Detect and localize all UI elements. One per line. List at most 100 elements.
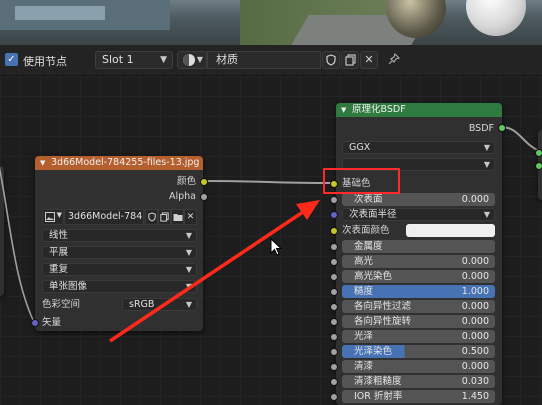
duplicate-material-button[interactable]	[341, 51, 359, 69]
anisotropic-input-socket[interactable]	[330, 303, 338, 311]
projection-dropdown[interactable]: 平展 ▼	[42, 246, 197, 259]
offscreen-node-socket[interactable]	[535, 162, 542, 170]
image-browse-button[interactable]: ▼	[42, 209, 64, 225]
ior-value: 1.450	[461, 391, 489, 402]
specular-tint-input-socket[interactable]	[330, 273, 338, 281]
chevron-down-icon: ▼	[483, 143, 490, 152]
use-nodes-checkbox[interactable]: ✓	[5, 53, 18, 66]
offscreen-node-socket[interactable]	[535, 149, 542, 157]
subsurface-color-swatch[interactable]	[406, 224, 495, 237]
close-icon: ✕	[364, 53, 374, 66]
3d-viewport-preview	[0, 0, 542, 45]
collapse-arrow-icon[interactable]: ▼	[40, 156, 45, 170]
projection-value: 平展	[49, 247, 69, 258]
subsurface-radius-dropdown[interactable]: 次表面半径 ▼	[342, 208, 495, 221]
metallic-input-socket[interactable]	[330, 243, 338, 251]
clearcoat-input-socket[interactable]	[330, 363, 338, 371]
anisotropic-label: 各向异性过滤	[354, 301, 412, 312]
ior-field[interactable]: IOR 折射率 1.450	[342, 390, 495, 403]
specular-tint-label: 高光染色	[354, 271, 393, 282]
shield-icon	[147, 212, 156, 222]
anisotropic-rotation-label: 各向异性旋转	[354, 316, 412, 327]
bsdf-node-title: 原理化BSDF	[352, 104, 406, 115]
interpolation-dropdown[interactable]: 线性 ▼	[42, 229, 197, 242]
clearcoat-roughness-input-socket[interactable]	[330, 378, 338, 386]
roughness-label: 糙度	[354, 286, 374, 297]
viewport-white-sphere	[466, 0, 526, 36]
slot-dropdown[interactable]: Slot 1 ▼	[95, 51, 173, 69]
chevron-down-icon: ▼	[483, 160, 490, 169]
chevron-down-icon: ▼	[185, 265, 192, 274]
pin-button[interactable]	[385, 51, 403, 69]
image-alpha-output-socket[interactable]	[200, 193, 208, 201]
clearcoat-field[interactable]: 清漆 0.000	[342, 360, 495, 373]
principled-bsdf-node[interactable]: ▼ 原理化BSDF BSDF GGX ▼ ▼ 基础色 次表面 0.000 次表面…	[336, 103, 502, 405]
specular-label: 高光	[354, 256, 374, 267]
sheen-input-socket[interactable]	[330, 333, 338, 341]
color-space-label: 色彩空间	[42, 299, 81, 310]
image-color-output-socket[interactable]	[200, 178, 208, 186]
subsurface-radius-input-socket[interactable]	[330, 211, 338, 219]
ior-input-socket[interactable]	[330, 393, 338, 401]
sheen-value: 0.000	[461, 331, 489, 342]
distribution-value: GGX	[349, 142, 371, 153]
viewport-building	[15, 6, 105, 20]
shield-icon	[326, 54, 336, 66]
specular-tint-field[interactable]: 高光染色 0.000	[342, 270, 495, 283]
image-name-field[interactable]: 3d66Model-784...	[64, 209, 144, 225]
roughness-field[interactable]: 糙度 1.000	[342, 285, 495, 298]
color-space-dropdown[interactable]: sRGB ▼	[122, 298, 197, 311]
sheen-field[interactable]: 光泽 0.000	[342, 330, 495, 343]
bsdf-output-socket[interactable]	[498, 124, 506, 132]
chevron-down-icon: ▼	[483, 210, 490, 219]
fake-user-button[interactable]	[322, 51, 340, 69]
sheen-tint-field[interactable]: 光泽染色 0.500	[342, 345, 495, 358]
unlink-material-button[interactable]: ✕	[360, 51, 378, 69]
use-nodes-label: 使用节点	[23, 55, 67, 68]
metallic-field[interactable]: 金属度	[342, 240, 495, 253]
copy-icon	[344, 54, 356, 66]
fake-user-button[interactable]	[145, 209, 158, 225]
highlight-box	[323, 168, 400, 194]
clearcoat-label: 清漆	[354, 361, 374, 372]
sheen-tint-value: 0.500	[461, 346, 489, 357]
bsdf-output-label: BSDF	[468, 123, 494, 134]
anisotropic-value: 0.000	[461, 301, 489, 312]
chevron-down-icon: ▼	[185, 231, 192, 240]
image-selector[interactable]: ▼ 3d66Model-784... ✕	[42, 209, 197, 225]
image-vector-input-socket[interactable]	[31, 319, 39, 327]
bsdf-node-header[interactable]: ▼ 原理化BSDF	[336, 103, 502, 117]
image-texture-node[interactable]: ▼ 3d66Model-784255-files-13.jpg 颜色 Alpha…	[35, 156, 203, 331]
distribution-dropdown[interactable]: GGX ▼	[342, 141, 495, 154]
roughness-value: 1.000	[461, 286, 489, 297]
chevron-down-icon: ▼	[185, 300, 192, 309]
clearcoat-roughness-field[interactable]: 清漆粗糙度 0.030	[342, 375, 495, 388]
open-image-button[interactable]	[171, 209, 184, 225]
subsurface-field[interactable]: 次表面 0.000	[342, 193, 495, 206]
specular-value: 0.000	[461, 256, 489, 267]
image-node-header[interactable]: ▼ 3d66Model-784255-files-13.jpg	[35, 156, 203, 170]
collapse-arrow-icon[interactable]: ▼	[341, 103, 346, 117]
specular-input-socket[interactable]	[330, 258, 338, 266]
anisotropic-rotation-field[interactable]: 各向异性旋转 0.000	[342, 315, 495, 328]
close-icon[interactable]: ✕	[184, 209, 197, 225]
roughness-input-socket[interactable]	[330, 288, 338, 296]
anisotropic-rotation-value: 0.000	[461, 316, 489, 327]
subsurface-color-input-socket[interactable]	[330, 227, 338, 235]
offscreen-node-left[interactable]	[0, 166, 4, 296]
pin-icon	[388, 52, 401, 65]
output-alpha-label: Alpha	[168, 191, 196, 202]
material-browse-button[interactable]: ▼	[177, 51, 207, 69]
subsurface-color-label: 次表面颜色	[342, 225, 390, 236]
anisotropic-rotation-input-socket[interactable]	[330, 318, 338, 326]
anisotropic-field[interactable]: 各向异性过滤 0.000	[342, 300, 495, 313]
source-dropdown[interactable]: 单张图像 ▼	[42, 280, 197, 293]
sheen-tint-input-socket[interactable]	[330, 348, 338, 356]
duplicate-image-button[interactable]	[158, 209, 171, 225]
source-value: 单张图像	[49, 281, 88, 292]
chevron-down-icon: ▼	[185, 248, 192, 257]
material-name-field[interactable]: 材质	[207, 51, 321, 69]
extension-dropdown[interactable]: 重复 ▼	[42, 263, 197, 276]
specular-field[interactable]: 高光 0.000	[342, 255, 495, 268]
subsurface-input-socket[interactable]	[330, 196, 338, 204]
